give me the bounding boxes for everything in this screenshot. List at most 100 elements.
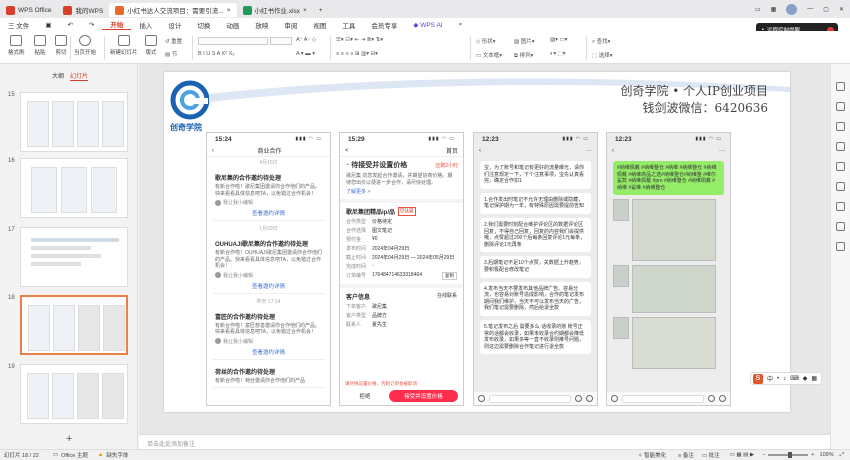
font-grow-icon[interactable]: A⁺ A⁻ ◇ [296, 37, 316, 43]
menu-design[interactable]: 设计 [160, 20, 189, 30]
menu-view[interactable]: 视图 [305, 20, 334, 30]
zoom-level[interactable]: 109% [820, 452, 834, 458]
ime-mode[interactable]: 中 [767, 374, 773, 383]
chart-icon[interactable] [836, 182, 845, 191]
invitation-card: OUHUAJI歌尼集的合作邀约待处理 有新合作啦！OUHUAJI歌尼集团邀请你合… [212, 236, 325, 294]
product-photo [632, 265, 716, 314]
menu-slideshow[interactable]: 放映 [247, 20, 276, 30]
align-buttons[interactable]: ≡ ≡ ≡ ≡ ⊞ ▥▾ ⊟▾ [336, 51, 378, 57]
add-slide-button[interactable]: + [66, 433, 72, 445]
maximize-icon[interactable]: ▢ [823, 6, 829, 13]
menu-review[interactable]: 审阅 [276, 20, 305, 30]
zoom-slider[interactable] [768, 452, 809, 458]
effect-icons[interactable]: ◐▾ ⬚▾ [550, 51, 566, 57]
list-buttons[interactable]: ☰▾ ☷▾ ⇤ ⇥ ≣▾ ⇅▾ [336, 37, 383, 43]
field-label: 下单客户 [346, 304, 367, 310]
avatar [215, 338, 221, 344]
skin-icon[interactable]: ◆ [803, 375, 808, 382]
zoom-in-icon[interactable]: + [811, 452, 814, 458]
copy-button: 复制 [442, 272, 457, 280]
help-icon[interactable] [836, 242, 845, 251]
tab-presentation[interactable]: 小红书达人交流项目：需要引流... × [109, 3, 237, 17]
find-button[interactable]: ⌕ 查找▾ [592, 37, 610, 46]
paste-button[interactable]: 粘贴 [34, 35, 46, 56]
new-tab-button[interactable]: + [313, 3, 329, 17]
slide[interactable]: 创奇学院 创奇学院 • 个人IP创业项目 钱剑波微信：6420636 15:24… [164, 72, 790, 412]
slide-thumbnail-16[interactable] [20, 158, 128, 218]
save-icon[interactable]: ▣ [37, 21, 59, 29]
format-painter-button[interactable]: 格式刷 [8, 35, 25, 56]
comments-button[interactable]: ▭ 批注 [702, 451, 720, 459]
font-color-icon[interactable]: A ▾ ▬ ▾ [296, 51, 315, 57]
punctuation-icon[interactable]: • [777, 376, 779, 382]
label: 当页开始 [74, 50, 97, 56]
view-buttons[interactable]: ▭ ▦ ▤ ▶ [730, 452, 754, 458]
picture-button[interactable]: ▨ 图片▾ [514, 37, 535, 45]
layout-button[interactable]: 版式 [145, 35, 157, 56]
smart-beautify-button[interactable]: ✧ 智能美化 [638, 451, 666, 459]
shape-icon[interactable] [836, 142, 845, 151]
zoom-out-icon[interactable]: − [762, 452, 765, 458]
shape-button[interactable]: ◇ 形状▾ [476, 37, 496, 45]
label: 版式 [145, 50, 157, 56]
menu-transition[interactable]: 切换 [189, 20, 218, 30]
tab-outline[interactable]: 大纲 [52, 71, 64, 80]
redo-icon[interactable]: ↷ [81, 21, 102, 29]
design-icon[interactable] [836, 102, 845, 111]
font-name-select[interactable] [198, 37, 268, 45]
brush-icon [10, 35, 23, 46]
slide-thumbnail-17[interactable] [20, 227, 128, 287]
menu-member[interactable]: 会员专享 [363, 20, 405, 30]
textbox-button[interactable]: ▭ 文本框▾ [476, 51, 502, 59]
menu-home[interactable]: 开始 [102, 19, 132, 30]
timestamp: 昨天 17:14 [256, 298, 281, 305]
play-from-current-button[interactable]: 当页开始 [74, 35, 96, 56]
tab-wps-office[interactable]: WPS Office [0, 3, 57, 17]
fit-icon[interactable]: ⤢ [840, 452, 844, 459]
close-icon[interactable]: × [303, 7, 307, 14]
animation-icon[interactable] [836, 122, 845, 131]
notes-pane[interactable]: 单击此处添加备注 [139, 434, 830, 449]
close-icon[interactable]: × [227, 7, 231, 14]
close-window-icon[interactable]: ✕ [839, 6, 844, 13]
slide-thumbnail-19[interactable] [20, 364, 128, 424]
style-icons[interactable]: ▨▾ ▭▾ [550, 37, 567, 43]
menu-animation[interactable]: 动画 [218, 20, 247, 30]
font-size-select[interactable] [270, 37, 292, 45]
undo-icon[interactable]: ↶ [59, 21, 80, 29]
grid-icon[interactable]: ▦ [771, 6, 777, 13]
section-button[interactable]: ▤ 节 [165, 50, 177, 58]
file-menu[interactable]: 三 文件 [0, 20, 37, 30]
keyboard-icon[interactable]: ⌨ [790, 375, 799, 382]
missing-font-link[interactable]: 缺失字体 [106, 451, 128, 459]
tab-my-wps[interactable]: 我的WPS [57, 3, 109, 17]
slide-number: 17 [8, 227, 15, 233]
grid-icon[interactable]: ▦ [811, 375, 817, 382]
backup-icon[interactable] [836, 202, 845, 211]
new-slide-button[interactable]: 新建幻灯片 [110, 35, 138, 56]
layout-icon[interactable]: ▭ [755, 6, 761, 13]
label: 重置 [171, 39, 183, 45]
arrange-button[interactable]: ⧉ 排列▾ [514, 51, 533, 60]
property-icon[interactable] [836, 82, 845, 91]
slide-thumbnail-15[interactable] [20, 92, 128, 152]
menu-insert[interactable]: 插入 [131, 20, 160, 30]
play-icon [79, 35, 91, 46]
bold-italic-group[interactable]: B I U S A X² X₂ [198, 51, 234, 57]
share-icon[interactable] [836, 222, 845, 231]
mic-icon[interactable]: ♪ [783, 376, 786, 382]
image-icon[interactable] [836, 162, 845, 171]
minimize-icon[interactable]: — [807, 6, 813, 12]
menu-tools[interactable]: 工具 [334, 20, 363, 30]
select-button[interactable]: ⬚ 选择▾ [592, 51, 613, 59]
avatar[interactable] [786, 3, 798, 15]
tab-spreadsheet[interactable]: 小红书作业.xlsx × [237, 3, 313, 17]
wps-ai-button[interactable]: ◆ WPS AI [405, 21, 450, 29]
ime-toolbar[interactable]: S 中 • ♪ ⌨ ◆ ▦ [750, 372, 822, 385]
search-icon[interactable]: ⌕ [451, 21, 471, 29]
cut-button[interactable]: 剪切 [55, 35, 67, 56]
reset-button[interactable]: ↺ 重置 [165, 37, 182, 45]
notes-button[interactable]: ≡ 备注 [678, 451, 694, 459]
slide-thumbnail-18[interactable] [20, 295, 128, 355]
tab-slides[interactable]: 幻灯片 [70, 71, 89, 81]
